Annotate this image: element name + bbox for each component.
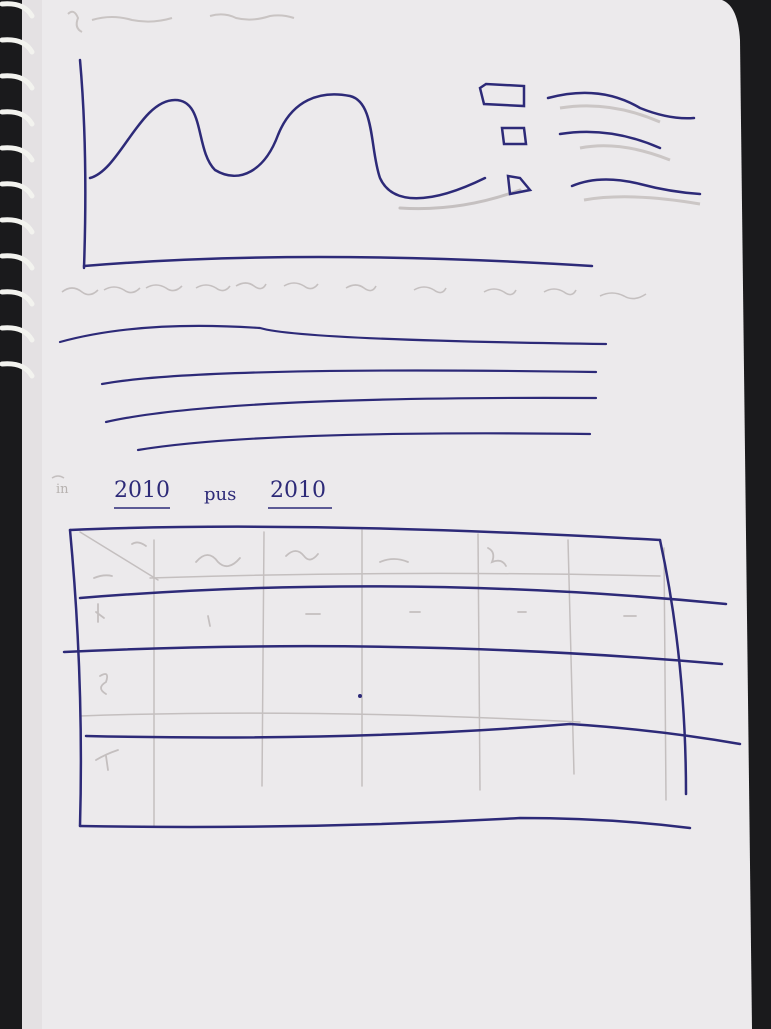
filter-from-value: 2010 <box>114 478 170 503</box>
filter-mid-label: pus <box>204 484 237 505</box>
filter-to-value: 2010 <box>270 478 326 503</box>
ink-dot <box>358 694 362 698</box>
filter-from-label: in <box>56 482 69 497</box>
notebook-photo <box>0 0 771 1029</box>
notebook-page <box>22 0 752 1029</box>
